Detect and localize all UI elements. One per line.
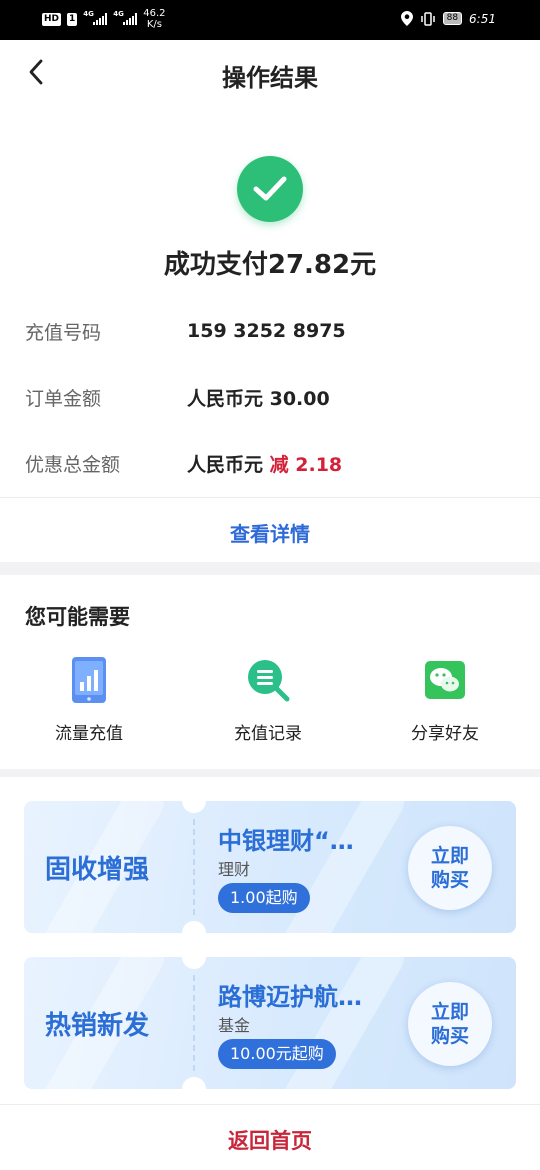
product-type: 基金 [218, 1016, 251, 1035]
min-purchase-badge: 10.00元起购 [218, 1039, 336, 1069]
product-type: 理财 [218, 860, 251, 879]
service-label: 分享好友 [411, 724, 479, 744]
recommended-services: 您可能需要 流量充值 充值记录 分享好友 [0, 575, 540, 769]
buy-now-button[interactable]: 立即 购买 [408, 982, 492, 1066]
row-label: 订单金额 [25, 387, 102, 410]
divider [0, 497, 540, 498]
info-row-discount: 优惠总金额 人民币元 减 2.18 [25, 443, 515, 483]
section-title: 您可能需要 [25, 605, 130, 629]
min-purchase-badge: 1.00起购 [218, 883, 310, 913]
data-chart-phone-icon [64, 655, 114, 705]
status-bar: HD 1 4G 4G 46.2 K/s 88 6:51 [0, 0, 540, 40]
clock: 6:51 [469, 11, 496, 26]
row-value: 人民币元 减 2.18 [187, 450, 342, 477]
row-value: 159 3252 8975 [187, 320, 346, 342]
return-home-button[interactable]: 返回首页 [0, 1125, 540, 1155]
battery-icon: 88 [442, 12, 463, 25]
row-label: 充值号码 [25, 321, 102, 344]
page-title: 操作结果 [222, 64, 318, 92]
row-label: 优惠总金额 [25, 453, 121, 476]
info-row-phone: 充值号码 159 3252 8975 [25, 311, 515, 351]
product-card[interactable]: 热销新发 路博迈护航… 基金 10.00元起购 立即 购买 [24, 957, 516, 1089]
signal-icon: 4G [83, 10, 108, 25]
network-speed: 46.2 K/s [143, 8, 166, 30]
location-icon [400, 11, 413, 26]
service-data-topup[interactable]: 流量充值 [19, 655, 159, 744]
service-label: 充值记录 [234, 724, 302, 744]
service-topup-records[interactable]: 充值记录 [198, 655, 338, 744]
view-details-link[interactable]: 查看详情 [0, 518, 540, 547]
service-share-friends[interactable]: 分享好友 [375, 655, 515, 744]
discount-amount: 减 2.18 [269, 453, 343, 476]
service-label: 流量充值 [55, 724, 123, 744]
currency-prefix: 人民币元 [187, 453, 264, 476]
buy-now-button[interactable]: 立即 购买 [408, 826, 492, 910]
check-circle-icon [237, 156, 303, 222]
signal-icon-2: 4G [113, 10, 138, 25]
payment-result-card: 成功支付27.82元 充值号码 159 3252 8975 订单金额 人民币元 … [0, 106, 540, 562]
row-value: 人民币元 30.00 [187, 387, 330, 410]
product-name: 路博迈护航… [218, 983, 362, 1011]
wechat-icon [420, 655, 470, 705]
product-category: 热销新发 [45, 1011, 150, 1041]
hd-badge: HD [42, 12, 62, 26]
sim-badge: 1 [67, 12, 78, 26]
bottom-bar: 返回首页 [0, 1104, 540, 1170]
product-card[interactable]: 固收增强 中银理财“… 理财 1.00起购 立即 购买 [24, 801, 516, 933]
vibrate-icon [420, 11, 435, 26]
search-record-icon [243, 655, 293, 705]
product-category: 固收增强 [45, 855, 150, 885]
product-name: 中银理财“… [218, 827, 354, 855]
result-message: 成功支付27.82元 [163, 250, 377, 280]
product-list: 固收增强 中银理财“… 理财 1.00起购 立即 购买 热销新发 路博迈护航… 基… [0, 777, 540, 1107]
info-row-order-amount: 订单金额 人民币元 30.00 [25, 377, 515, 417]
header: 操作结果 [0, 40, 540, 106]
